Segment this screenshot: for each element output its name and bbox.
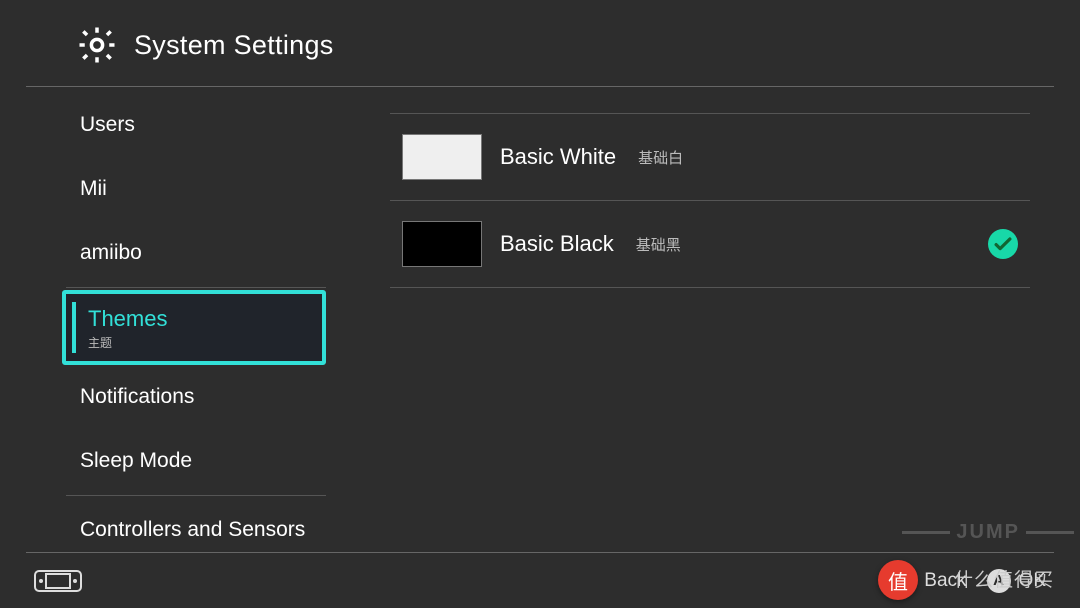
sidebar-item-label: Controllers and Sensors [80, 518, 305, 541]
controller-icon [34, 570, 82, 592]
sidebar: Users Mii amiibo Themes 主题 Notifications… [0, 87, 340, 555]
theme-option-basic-white[interactable]: Basic White 基础白 [390, 113, 1030, 201]
sidebar-item-label: amiibo [80, 241, 142, 264]
page-title: System Settings [134, 30, 334, 61]
selection-accent [72, 302, 76, 353]
theme-sublabel: 基础白 [638, 147, 683, 168]
sidebar-item-label: Notifications [80, 385, 194, 408]
sidebar-item-sleep-mode[interactable]: Sleep Mode [66, 429, 340, 493]
theme-swatch [402, 221, 482, 267]
theme-sublabel: 基础黑 [636, 234, 681, 255]
sidebar-divider [66, 495, 326, 496]
check-icon [988, 229, 1018, 259]
sidebar-item-users[interactable]: Users [66, 93, 340, 157]
gear-icon [76, 24, 118, 66]
theme-swatch [402, 134, 482, 180]
header: System Settings [26, 0, 1054, 87]
sidebar-item-label: Themes [88, 306, 167, 331]
theme-label: Basic Black [500, 231, 614, 257]
theme-label: Basic White [500, 144, 616, 170]
sidebar-item-mii[interactable]: Mii [66, 157, 340, 221]
sidebar-item-label: Users [80, 113, 135, 136]
sidebar-item-controllers[interactable]: Controllers and Sensors [66, 498, 340, 555]
sidebar-item-label: Sleep Mode [80, 449, 192, 472]
sidebar-item-sublabel: 主题 [88, 334, 312, 351]
themes-panel: Basic White 基础白 Basic Black 基础黑 [340, 87, 1080, 555]
sidebar-item-themes[interactable]: Themes 主题 [62, 290, 326, 365]
watermark-badge: 值 [878, 560, 918, 600]
sidebar-item-notifications[interactable]: Notifications [66, 365, 340, 429]
theme-option-basic-black[interactable]: Basic Black 基础黑 [390, 201, 1030, 288]
watermark-jump: JUMP [902, 521, 1074, 544]
sidebar-item-amiibo[interactable]: amiibo [66, 221, 340, 285]
sidebar-divider [66, 287, 326, 288]
watermark-text: 什么值得买 [954, 565, 1054, 592]
sidebar-item-label: Mii [80, 177, 107, 200]
